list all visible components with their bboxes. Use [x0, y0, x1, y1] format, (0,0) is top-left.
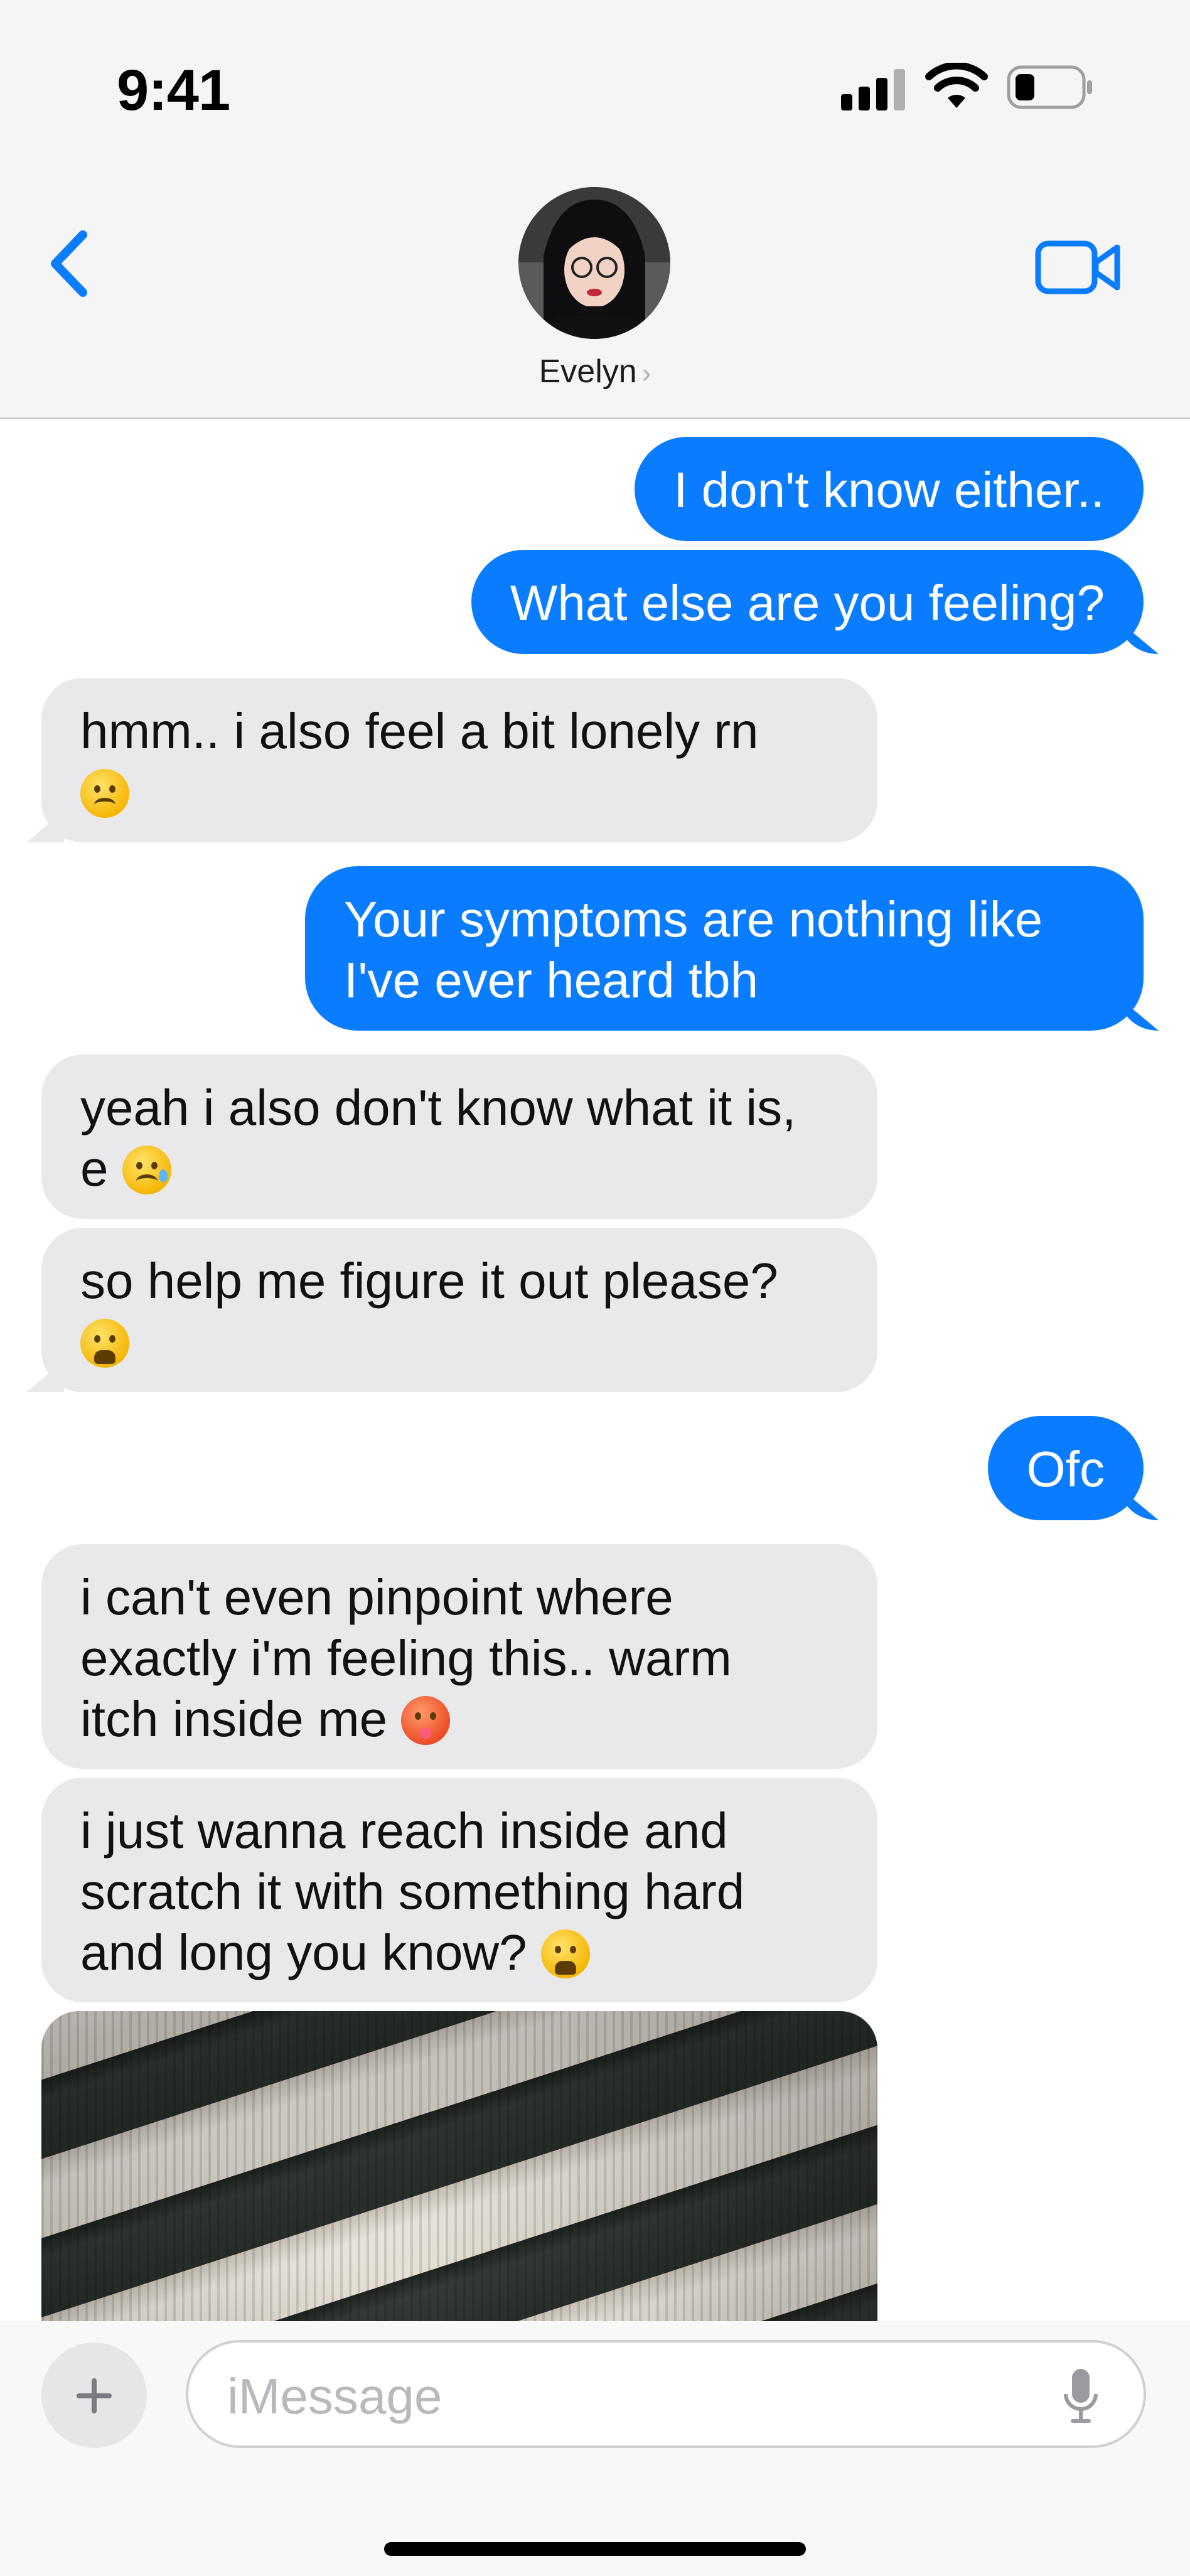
microphone-icon[interactable] [1062, 2365, 1100, 2428]
message-input-placeholder: iMessage [227, 2368, 442, 2424]
message-incoming[interactable]: hmm.. i also feel a bit lonely rn [41, 678, 877, 842]
message-text: Ofc [1026, 1441, 1105, 1497]
message-text: e [80, 1140, 109, 1196]
status-time: 9:41 [117, 58, 230, 122]
message-text: yeah i also don't know what it is, [80, 1080, 796, 1135]
chevron-right-icon: › [641, 358, 651, 389]
hot-face-icon [401, 1696, 451, 1745]
wifi-icon [925, 63, 988, 108]
message-incoming[interactable]: i just wanna reach inside and scratch it… [41, 1778, 877, 2002]
contact-name-label: Evelyn [539, 353, 637, 390]
plus-icon[interactable] [41, 2343, 147, 2448]
message-incoming[interactable]: yeah i also don't know what it is, e [41, 1055, 877, 1219]
weary-face-icon [540, 1929, 590, 1978]
message-text: I don't know either.. [673, 462, 1105, 518]
message-outgoing[interactable]: What else are you feeling? [471, 550, 1144, 654]
conversation-header: Evelyn › [0, 157, 1190, 419]
message-text: i just wanna reach inside and [80, 1803, 728, 1859]
message-text: exactly i'm feeling this.. warm [80, 1630, 732, 1686]
message-incoming[interactable]: i can't even pinpoint where exactly i'm … [41, 1544, 877, 1769]
frowning-face-icon [80, 769, 129, 818]
crying-face-icon [122, 1146, 171, 1194]
message-text: scratch it with something hard [80, 1864, 745, 1919]
message-text: What else are you feeling? [510, 575, 1105, 631]
battery-icon [1007, 65, 1092, 109]
message-incoming[interactable]: so help me figure it out please? [41, 1228, 877, 1392]
message-outgoing[interactable]: Your symptoms are nothing like I've ever… [305, 866, 1144, 1031]
message-input[interactable]: iMessage [186, 2340, 1146, 2448]
cellular-signal-icon [841, 69, 906, 110]
message-list: I don't know either.. What else are you … [0, 419, 1190, 2321]
back-chevron-icon[interactable] [45, 226, 95, 301]
status-bar: 9:41 [0, 0, 1190, 157]
message-text: I've ever heard tbh [344, 952, 759, 1008]
message-outgoing[interactable]: I don't know either.. [635, 437, 1144, 541]
message-text: so help me figure it out please? [80, 1253, 778, 1309]
contact-avatar[interactable] [518, 187, 670, 339]
message-text: Your symptoms are nothing like [344, 891, 1043, 947]
contact-name[interactable]: Evelyn › [0, 353, 1190, 390]
video-call-icon[interactable] [1034, 236, 1122, 299]
compose-bar: iMessage [0, 2321, 1190, 2576]
message-text: itch inside me [80, 1691, 388, 1747]
message-text: and long you know? [80, 1924, 527, 1980]
message-text: i can't even pinpoint where [80, 1569, 673, 1625]
home-indicator [384, 2542, 806, 2556]
message-outgoing[interactable]: Ofc [987, 1416, 1144, 1520]
weary-face-icon [80, 1319, 129, 1368]
message-text: hmm.. i also feel a bit lonely rn [80, 703, 759, 759]
striped-sweater-photo[interactable] [41, 2011, 877, 2321]
